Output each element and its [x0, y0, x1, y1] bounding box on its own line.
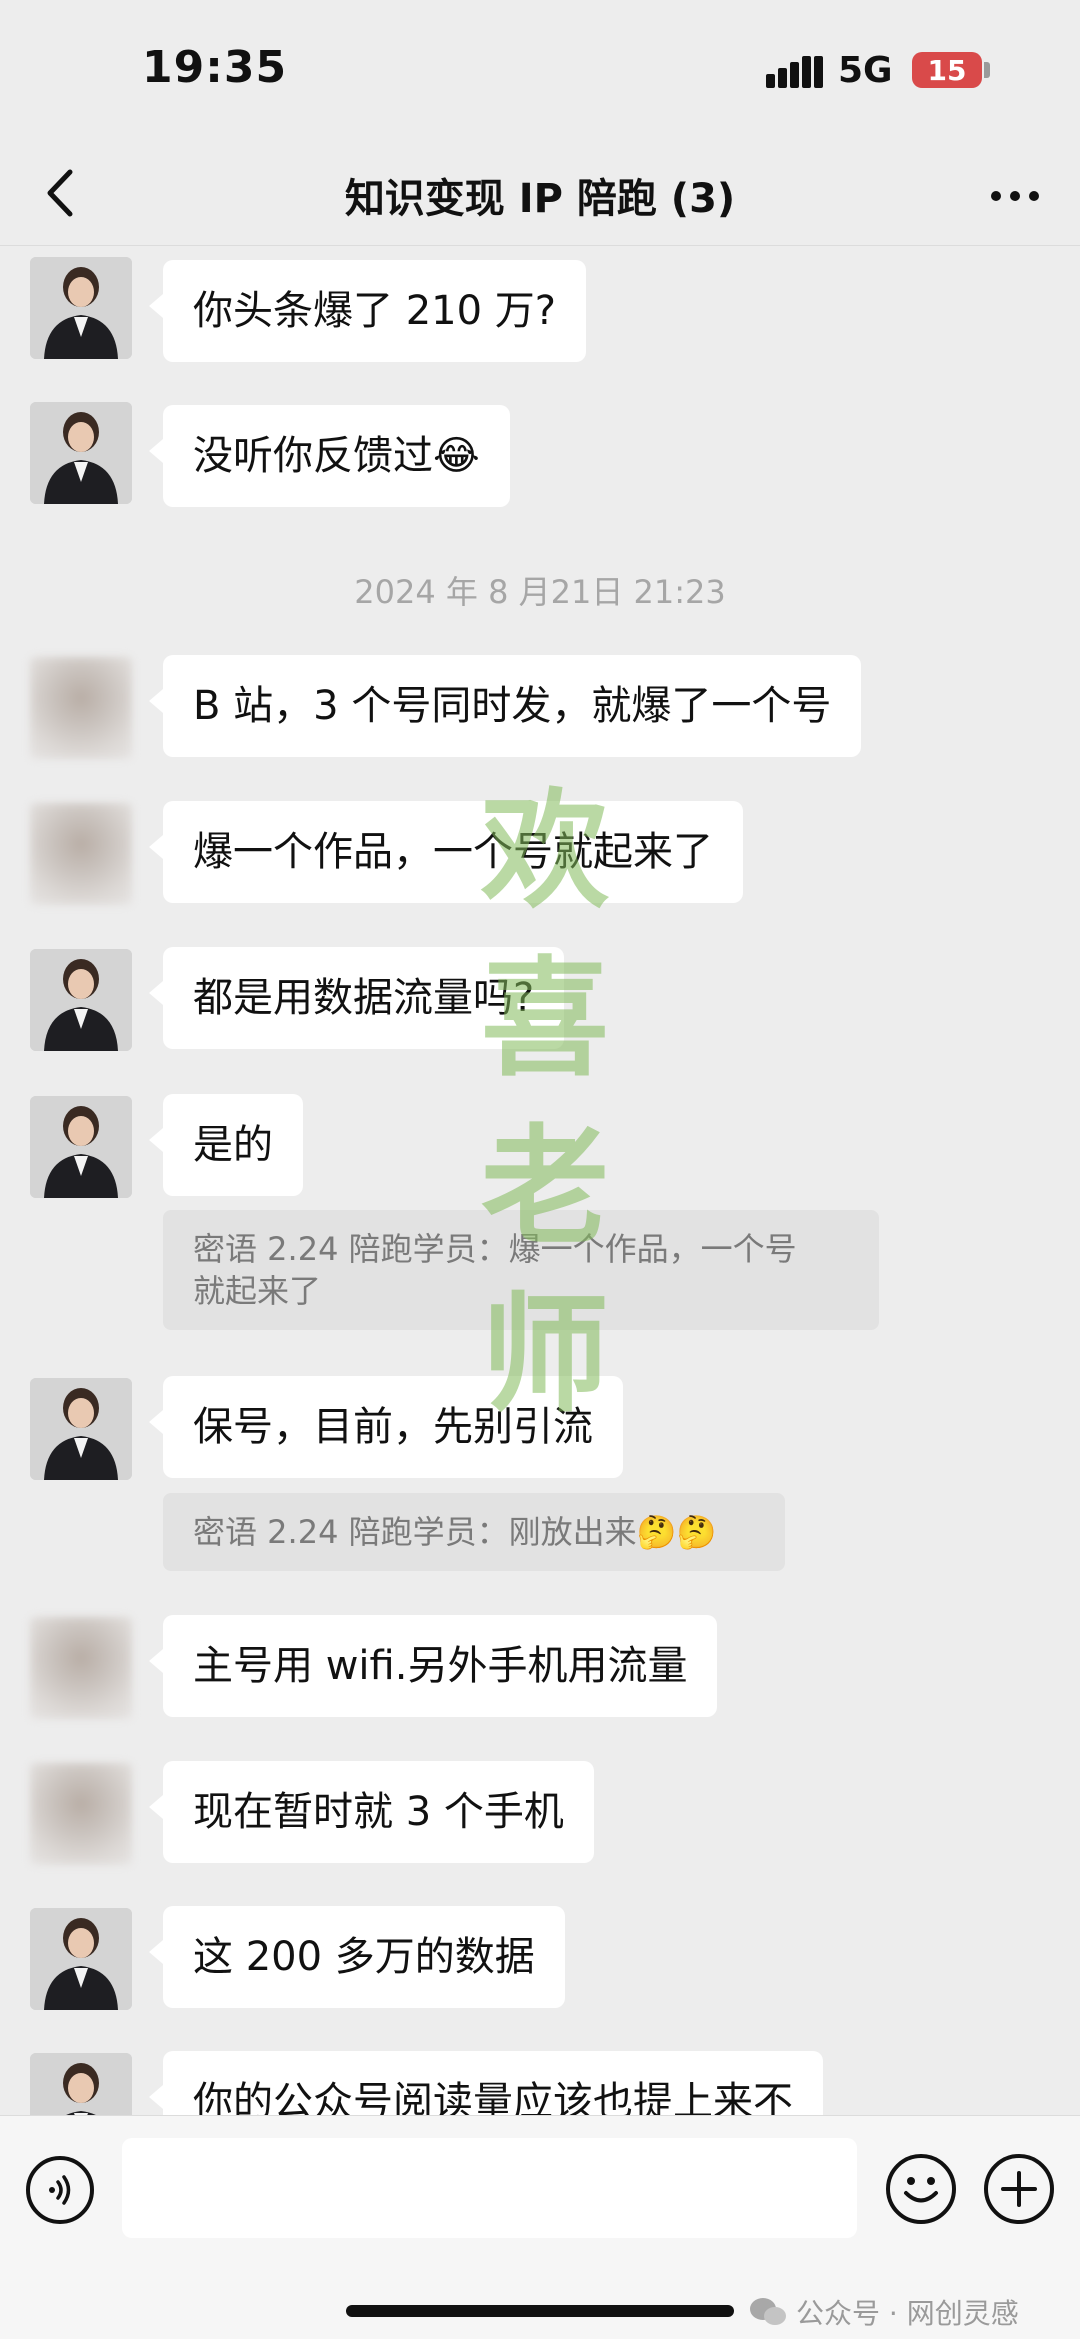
quoted-message-line: 密语 2.24 陪跑学员：爆一个作品，一个号: [193, 1230, 797, 1268]
home-indicator[interactable]: [346, 2305, 734, 2317]
network-label: 5G: [838, 50, 893, 91]
avatar[interactable]: [30, 949, 132, 1051]
avatar[interactable]: [30, 657, 132, 759]
message-bubble[interactable]: 都是用数据流量吗?: [148, 947, 565, 1049]
voice-icon: [49, 2175, 71, 2205]
chat-screen: 19:35 5G 15 知识变现 IP 陪跑 (3) 你头条爆了 210 万? …: [0, 0, 1080, 2339]
quoted-message[interactable]: 密语 2.24 陪跑学员：刚放出来🤔🤔: [163, 1493, 785, 1571]
message-bubble[interactable]: 你的公众号阅读量应该也提上来不: [149, 2051, 823, 2115]
message-list[interactable]: 你头条爆了 210 万? 没听你反馈过😂 2024 年 8 月21日 21:23…: [0, 247, 1080, 2115]
nav-bar: 知识变现 IP 陪跑 (3): [0, 140, 1080, 246]
message-bubble[interactable]: B 站，3 个号同时发，就爆了一个号: [148, 655, 862, 757]
avatar[interactable]: [30, 803, 132, 905]
message-bubble[interactable]: 主号用 wifi.另外手机用流量: [148, 1615, 718, 1717]
message-bubble[interactable]: 这 200 多万的数据: [149, 1906, 565, 2008]
status-time: 19:35: [142, 42, 288, 93]
avatar[interactable]: [30, 1378, 132, 1480]
voice-button[interactable]: [26, 2156, 94, 2224]
message-bubble[interactable]: 没听你反馈过😂: [149, 405, 510, 507]
avatar[interactable]: [30, 1908, 132, 2010]
avatar[interactable]: [30, 257, 132, 359]
message-bubble[interactable]: 现在暂时就 3 个手机: [149, 1761, 594, 1863]
message-bubble[interactable]: 保号，目前，先别引流: [149, 1376, 623, 1478]
signal-icon: [766, 56, 823, 88]
avatar[interactable]: [30, 1617, 132, 1719]
source-text: 公众号 · 网创灵感: [796, 2297, 1019, 2330]
battery-icon: 15: [912, 52, 982, 88]
message-bubble[interactable]: 是的: [149, 1094, 303, 1196]
message-bubble[interactable]: 你头条爆了 210 万?: [148, 260, 587, 362]
source-watermark: 公众号 · 网创灵感: [748, 2292, 1019, 2332]
quoted-message-line: 就起来了: [193, 1272, 322, 1310]
more-button[interactable]: [980, 166, 1050, 226]
more-dots-icon: [991, 191, 1039, 201]
chevron-left-icon: [47, 169, 73, 217]
status-bar: 19:35 5G 15: [0, 0, 1080, 140]
avatar[interactable]: [30, 402, 132, 504]
back-button[interactable]: [26, 158, 96, 228]
avatar[interactable]: [30, 2053, 132, 2115]
battery-cap: [984, 62, 990, 78]
message-input[interactable]: [122, 2138, 857, 2238]
wechat-icon: [750, 2298, 786, 2325]
plus-icon: [1001, 2171, 1037, 2207]
battery-level: 15: [927, 53, 967, 87]
avatar[interactable]: [30, 1763, 132, 1865]
avatar[interactable]: [30, 1096, 132, 1198]
emoji-button[interactable]: [886, 2154, 956, 2224]
plus-button[interactable]: [984, 2154, 1054, 2224]
message-bubble[interactable]: 爆一个作品，一个号就起来了: [149, 801, 743, 903]
quoted-message[interactable]: 密语 2.24 陪跑学员：爆一个作品，一个号 就起来了: [163, 1210, 879, 1330]
chat-title: 知识变现 IP 陪跑 (3): [344, 176, 736, 222]
time-divider: 2024 年 8 月21日 21:23: [354, 573, 726, 611]
emoji-icon: [904, 2177, 938, 2203]
